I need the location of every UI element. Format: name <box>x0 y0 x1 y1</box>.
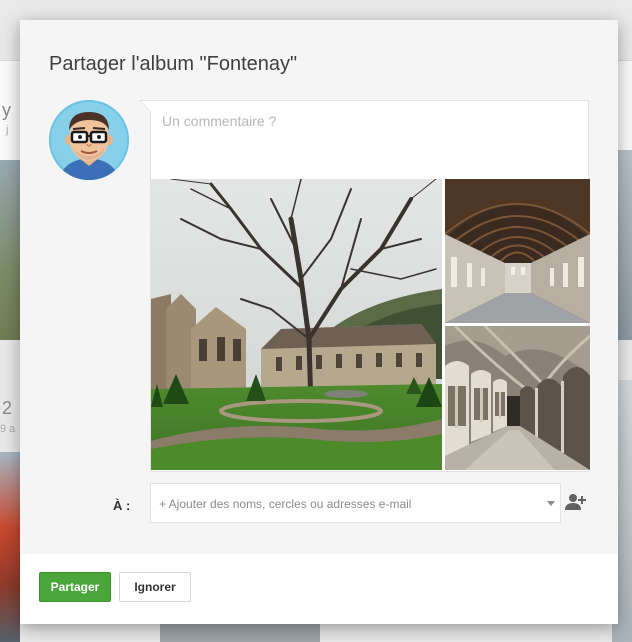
album-photo-cloister[interactable] <box>445 326 590 470</box>
background-photo-2 <box>0 452 20 642</box>
person-add-icon[interactable] <box>565 493 587 511</box>
background-sub-1: j <box>6 124 9 136</box>
recipients-label: À : <box>113 498 131 513</box>
abbey-garden-photo <box>151 179 442 470</box>
album-photo-grid <box>150 177 590 472</box>
person-add-glyph <box>565 494 586 510</box>
album-photo-dormitory[interactable] <box>445 179 590 323</box>
comment-box <box>139 100 589 177</box>
background-photo-5 <box>160 624 320 642</box>
background-text-2: 2 <box>2 398 13 418</box>
background-sub-2: 9 a <box>0 423 16 435</box>
vaulted-dormitory-photo <box>445 179 590 323</box>
share-album-dialog: Partager l'album "Fontenay" Un commentai… <box>20 20 618 624</box>
ignore-button[interactable]: Ignorer <box>119 572 191 602</box>
comment-input[interactable] <box>162 113 577 163</box>
dialog-title: Partager l'album "Fontenay" <box>49 53 298 75</box>
user-avatar <box>49 100 129 180</box>
background-text-1: y <box>2 100 11 120</box>
share-button[interactable]: Partager <box>39 572 111 602</box>
chevron-down-icon[interactable] <box>547 501 555 506</box>
background-photo-1 <box>0 160 20 340</box>
album-photo-main[interactable] <box>151 179 442 470</box>
dialog-footer: Partager Ignorer <box>20 554 618 624</box>
recipients-field[interactable] <box>150 483 561 523</box>
recipients-input[interactable] <box>159 495 539 513</box>
cloister-arcade-photo <box>445 326 590 470</box>
avatar-cartoon-icon <box>49 100 129 180</box>
